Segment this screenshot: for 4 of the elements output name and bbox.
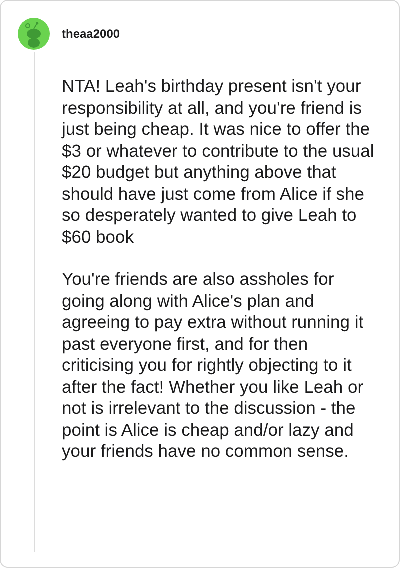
username[interactable]: theaa2000 [62, 27, 379, 41]
comment-paragraph: You're friends are also assholes for going along with Alice's plan and agreeing to pay extra without running it past everyone first, and for then criticising you for rightly objecting to it after the fact! Whether you like Leah or not is irrelevant to the discussion - the point is Alice is cheap and/or lazy and your friends have no common sense. [62, 269, 365, 462]
avatar-icon[interactable] [18, 18, 50, 50]
comment-paragraph: NTA! Leah's birthday present isn't your responsibility at all, and you're friend is just being cheap. It was nice to offer the $3 or whatever to contribute to the usual $20 budget but anything above that should have just come from Alice if she so desperately wanted to give Leah to $60 book [62, 76, 376, 248]
